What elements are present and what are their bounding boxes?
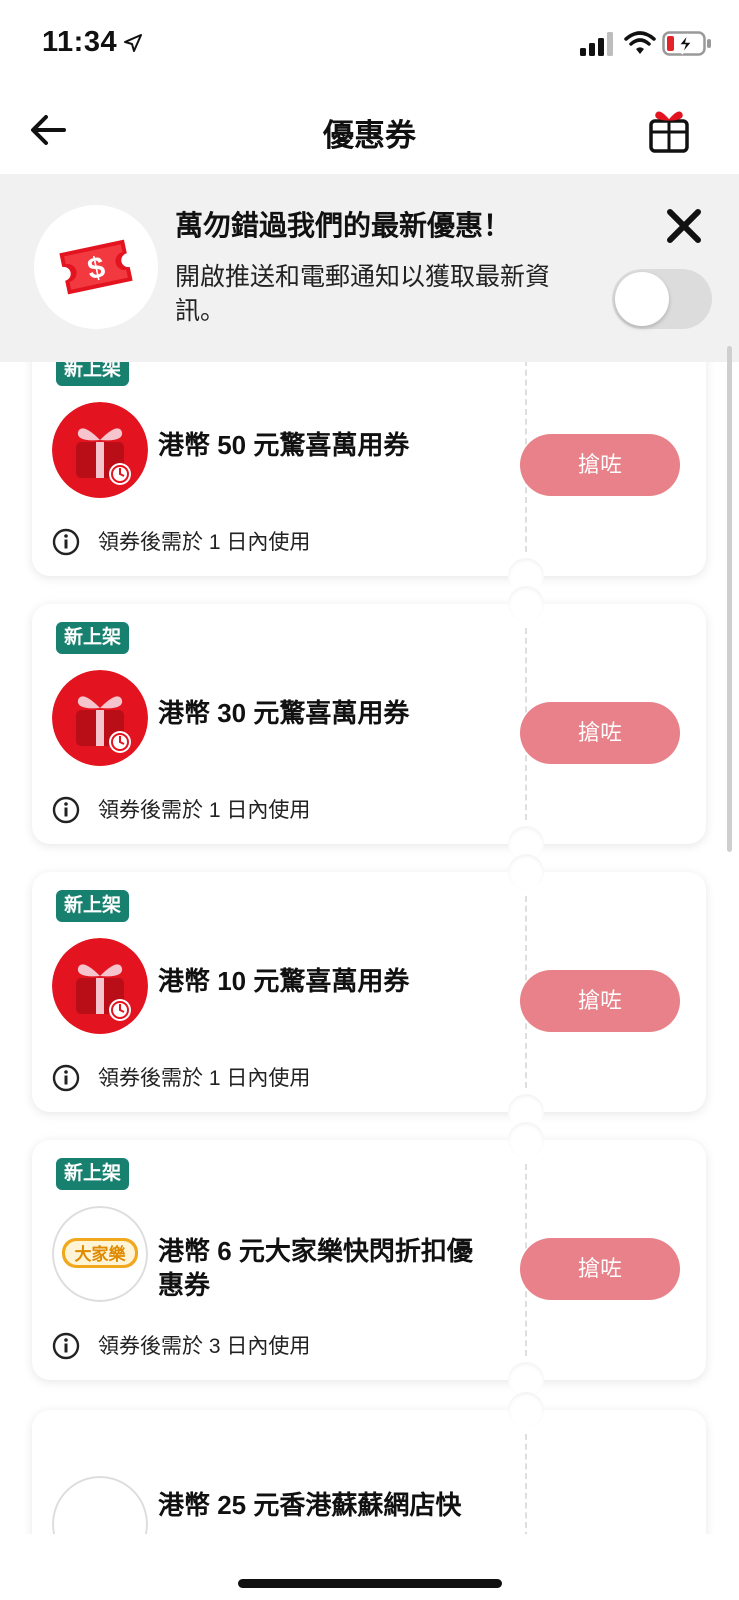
coupon-title: 港幣 10 元驚喜萬用券 [158, 966, 410, 996]
grab-button[interactable]: 搶咗 [520, 970, 680, 1032]
info-icon [52, 1332, 80, 1360]
coupon-note: 領券後需於 1 日內使用 [98, 1067, 311, 1090]
cafe-de-coral-logo: 大家樂 [52, 1206, 148, 1302]
wifi-icon [624, 31, 656, 54]
home-indicator[interactable] [238, 1579, 502, 1588]
coupon-card: 新上架 港幣 30 元驚喜萬用券 領券後需於 1 日內使用 搶咗 [32, 586, 706, 862]
header-bar: 優惠券 [0, 88, 739, 174]
new-badge: 新上架 [56, 362, 130, 386]
new-badge: 新上架 [56, 622, 130, 654]
coupon-title: 港幣 30 元驚喜萬用券 [158, 698, 410, 728]
close-icon[interactable] [664, 206, 704, 246]
card-divider [525, 1434, 527, 1534]
gift-box-icon [52, 402, 148, 498]
gift-box-icon [52, 938, 148, 1034]
info-icon [52, 528, 80, 556]
battery-charging-icon [662, 31, 711, 56]
coupon-list[interactable]: 新上架 港幣 50 元驚喜萬用券 領券後需於 1 日內使用 搶咗 新上架 港幣 … [0, 362, 739, 1534]
card-notch-top [508, 854, 544, 890]
grab-button[interactable]: 搶咗 [520, 1238, 680, 1300]
grab-button[interactable]: 搶咗 [520, 702, 680, 764]
coupon-card: 新上架 港幣 10 元驚喜萬用券 領券後需於 1 日內使用 搶咗 [32, 854, 706, 1130]
coupon-ticket-icon: $ [59, 239, 133, 295]
coupon-title: 港幣 50 元驚喜萬用券 [158, 430, 410, 460]
notification-toggle[interactable] [612, 269, 712, 329]
coupon-card: 新上架 大家樂 港幣 6 元大家樂快閃折扣優惠券 領券後需於 3 日內使用 搶咗 [32, 1122, 706, 1398]
shop-logo [52, 1476, 148, 1534]
card-notch-top [508, 1122, 544, 1158]
card-notch-top [508, 586, 544, 622]
logo-text: 大家樂 [75, 1244, 127, 1265]
signal-icon [580, 32, 613, 56]
status-bar: 11:34 [0, 0, 739, 88]
coupon-card: 港幣 25 元香港蘇蘇網店快 [32, 1392, 706, 1534]
coupon-title: 港幣 25 元香港蘇蘇網店快 [158, 1490, 462, 1520]
gift-box-icon [52, 670, 148, 766]
scrollbar[interactable] [727, 346, 732, 852]
info-icon [52, 1064, 80, 1092]
card-notch-top [508, 1392, 544, 1428]
status-time: 11:34 [42, 26, 118, 58]
home-bar-area [0, 1534, 739, 1600]
coupon-note: 領券後需於 1 日內使用 [98, 531, 311, 554]
location-arrow-icon [124, 34, 142, 52]
banner-description: 開啟推送和電郵通知以獲取最新資訊。 [175, 263, 551, 325]
banner-title: 萬勿錯過我們的最新優惠！ [175, 210, 512, 241]
toggle-knob [615, 272, 669, 326]
coupon-title: 港幣 6 元大家樂快閃折扣優惠券 [158, 1236, 473, 1300]
coupon-note: 領券後需於 3 日內使用 [98, 1335, 311, 1358]
coupon-card: 新上架 港幣 50 元驚喜萬用券 領券後需於 1 日內使用 搶咗 [32, 362, 706, 594]
info-icon [52, 796, 80, 824]
notification-banner: $ 萬勿錯過我們的最新優惠！ 開啟推送和電郵通知以獲取最新資訊。 [0, 174, 739, 362]
new-badge: 新上架 [56, 890, 130, 922]
new-badge: 新上架 [56, 1158, 130, 1190]
coupon-note: 領券後需於 1 日內使用 [98, 799, 311, 822]
page-title: 優惠券 [323, 118, 416, 153]
grab-button[interactable]: 搶咗 [520, 434, 680, 496]
gift-icon[interactable] [646, 105, 692, 155]
banner-icon-circle: $ [34, 205, 158, 329]
